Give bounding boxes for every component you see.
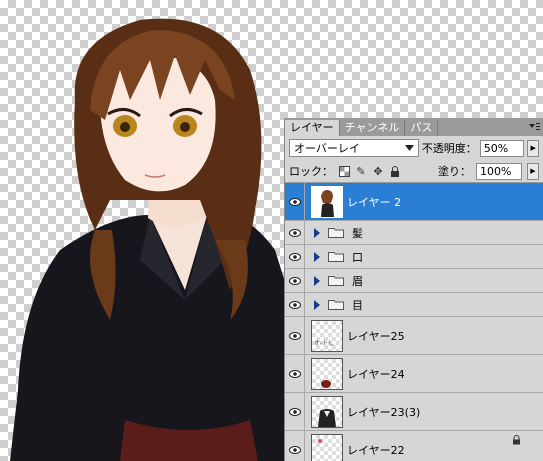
layer-row[interactable]: オ-トし レイヤー25 [285, 317, 543, 355]
folder-icon [328, 228, 344, 238]
expand-triangle-icon[interactable] [314, 227, 320, 238]
layer-group-row[interactable]: 髪 [285, 221, 543, 245]
folder-icon [328, 276, 344, 286]
layer-group-row[interactable]: 目 [285, 293, 543, 317]
layer-name: レイヤー22 [347, 443, 405, 457]
layers-list: レイヤー 2 髪 口 眉 目 オ-トし レイヤー25 レイヤー24 レイヤー23… [285, 183, 543, 461]
folder-icon [328, 252, 344, 262]
opacity-label: 不透明度： [421, 142, 477, 155]
visibility-eye-icon[interactable] [285, 317, 305, 354]
visibility-eye-icon[interactable] [285, 355, 305, 392]
layer-thumbnail [311, 433, 343, 461]
layer-name: 口 [352, 250, 363, 264]
layer-row[interactable]: レイヤー24 [285, 355, 543, 393]
chevron-right-icon: ▶ [530, 144, 536, 152]
fill-input[interactable]: 100% [476, 162, 522, 180]
layer-name: レイヤー 2 [347, 195, 402, 209]
lock-transparent-icon[interactable] [338, 165, 350, 177]
layer-thumbnail [311, 185, 343, 218]
lock-label: ロック： [289, 165, 333, 178]
opacity-arrow-button[interactable]: ▶ [527, 139, 539, 157]
panel-tabs: レイヤー チャンネル パス [285, 118, 543, 136]
visibility-eye-icon[interactable] [285, 269, 305, 292]
lock-brush-icon[interactable]: ✎ [355, 165, 367, 178]
thumbnail-text: オ-トし [314, 339, 335, 347]
layer-thumbnail [311, 357, 343, 390]
layer-name: レイヤー24 [347, 367, 405, 381]
layer-name: 目 [352, 298, 363, 312]
lock-all-icon[interactable] [389, 165, 401, 177]
layer-name: 髪 [352, 226, 363, 240]
layer-group-row[interactable]: 眉 [285, 269, 543, 293]
chevron-down-icon [404, 145, 414, 151]
layer-name: レイヤー25 [347, 329, 405, 343]
visibility-eye-icon[interactable] [285, 245, 305, 268]
visibility-eye-icon[interactable] [285, 293, 305, 316]
tab-layers[interactable]: レイヤー [285, 120, 340, 136]
layer-name: レイヤー23(3) [347, 405, 421, 419]
lock-row: ロック： ✎ ✥ 塗り： 100% ▶ [285, 160, 543, 183]
visibility-eye-icon[interactable] [285, 431, 305, 461]
blend-mode-select[interactable]: オーバーレイ [289, 139, 419, 157]
layer-name: 眉 [352, 274, 363, 288]
lock-icon [513, 435, 520, 445]
visibility-eye-icon[interactable] [285, 221, 305, 244]
expand-triangle-icon[interactable] [314, 299, 320, 310]
layer-group-row[interactable]: 口 [285, 245, 543, 269]
tab-paths[interactable]: パス [405, 120, 439, 136]
blend-row: オーバーレイ 不透明度： 50% ▶ [285, 136, 543, 160]
layers-panel: レイヤー チャンネル パス オーバーレイ 不透明度： 50% ▶ ロック： ✎ … [284, 118, 543, 461]
layer-row[interactable]: レイヤー22 [285, 431, 543, 461]
visibility-eye-icon[interactable] [285, 393, 305, 430]
panel-menu-icon[interactable] [527, 121, 541, 133]
layer-thumbnail: オ-トし [311, 319, 343, 352]
layer-thumbnail [311, 395, 343, 428]
chevron-right-icon: ▶ [530, 167, 536, 175]
blend-mode-value: オーバーレイ [294, 142, 360, 155]
folder-icon [328, 300, 344, 310]
expand-triangle-icon[interactable] [314, 251, 320, 262]
expand-triangle-icon[interactable] [314, 275, 320, 286]
lock-move-icon[interactable]: ✥ [372, 165, 384, 178]
tab-channels[interactable]: チャンネル [340, 120, 406, 136]
opacity-input[interactable]: 50% [479, 139, 525, 157]
layer-row[interactable]: レイヤー 2 [285, 183, 543, 221]
fill-arrow-button[interactable]: ▶ [527, 162, 539, 180]
fill-label: 塗り： [438, 165, 471, 178]
visibility-eye-icon[interactable] [285, 183, 305, 220]
layer-row[interactable]: レイヤー23(3) [285, 393, 543, 431]
